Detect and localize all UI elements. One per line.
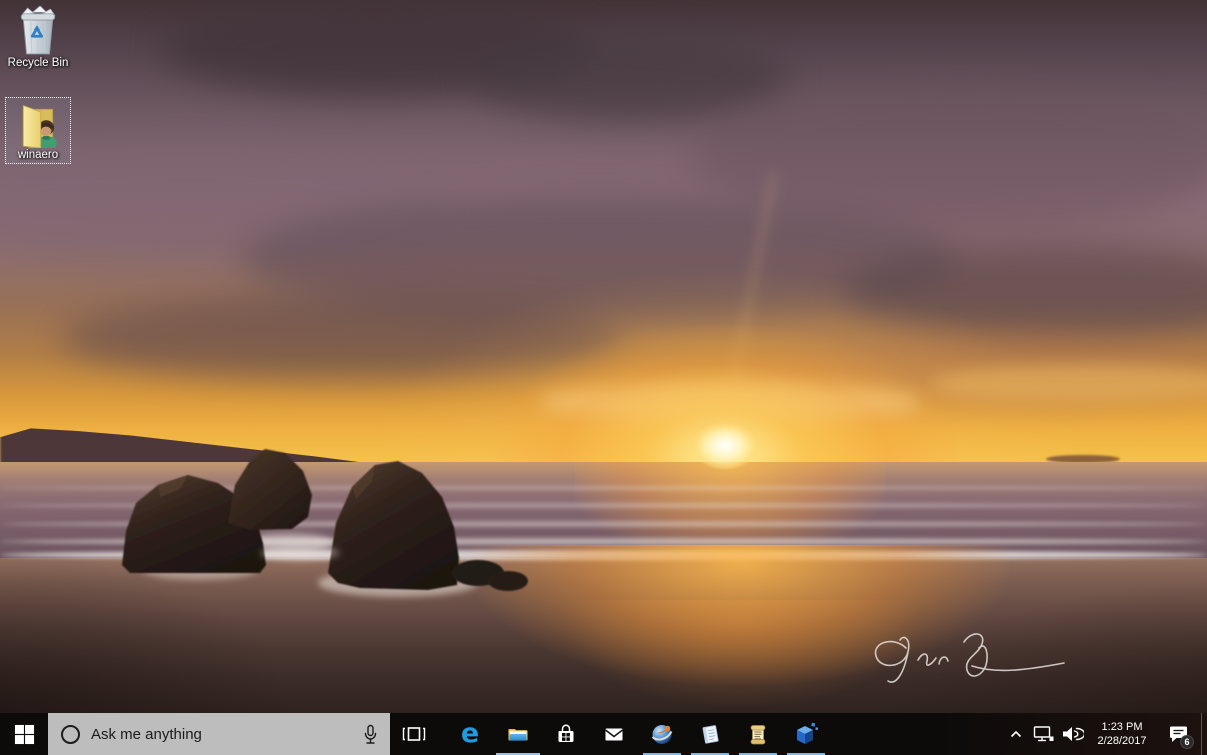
show-hidden-icons-button[interactable] xyxy=(1003,713,1029,755)
winaero-tweaker-cube-icon xyxy=(797,722,818,744)
desktop-icon-label: Recycle Bin xyxy=(7,57,69,69)
notepad-icon xyxy=(702,725,719,744)
scroll-document-icon xyxy=(750,725,766,745)
network-status-button[interactable] xyxy=(1029,713,1057,755)
taskbar-app-notepad[interactable] xyxy=(686,713,734,755)
taskbar: Ask me anything e 1:23 PM 2/28/2017 6 xyxy=(0,713,1207,755)
task-view-button[interactable] xyxy=(390,713,438,755)
speaker-icon xyxy=(1063,727,1084,741)
desktop-icon-winaero[interactable]: winaero xyxy=(5,97,71,164)
taskbar-app-globe-browser[interactable] xyxy=(638,713,686,755)
windows-desktop[interactable]: Recycle Bin winaero Ask me anything e 1:… xyxy=(0,0,1207,755)
desktop-icon-recycle-bin[interactable]: Recycle Bin xyxy=(2,6,74,70)
store-icon xyxy=(558,724,574,742)
taskbar-app-wordpad-scroll[interactable] xyxy=(734,713,782,755)
search-placeholder: Ask me anything xyxy=(91,725,202,743)
chevron-up-icon xyxy=(1010,730,1022,738)
cortana-search-box[interactable]: Ask me anything xyxy=(48,713,390,755)
show-desktop-button[interactable] xyxy=(1201,713,1207,755)
user-folder-icon xyxy=(22,104,57,148)
edge-icon: e xyxy=(460,718,480,749)
action-center-button[interactable]: 6 xyxy=(1157,713,1201,755)
taskbar-app-store[interactable] xyxy=(542,713,590,755)
globe-browser-icon xyxy=(651,725,673,744)
microphone-icon[interactable] xyxy=(361,723,380,746)
recycle-bin-icon xyxy=(20,6,56,55)
wallpaper-sun xyxy=(693,423,757,469)
system-tray: 1:23 PM 2/28/2017 6 xyxy=(1003,713,1207,755)
taskbar-spacer xyxy=(438,713,446,755)
taskbar-clock[interactable]: 1:23 PM 2/28/2017 xyxy=(1087,713,1157,755)
volume-button[interactable] xyxy=(1057,713,1087,755)
photographer-signature xyxy=(874,633,1065,683)
taskbar-app-file-explorer[interactable] xyxy=(494,713,542,755)
windows-logo-icon xyxy=(14,724,34,744)
taskbar-app-mail[interactable] xyxy=(590,713,638,755)
start-button[interactable] xyxy=(0,713,48,755)
network-icon xyxy=(1033,726,1054,742)
clock-date: 2/28/2017 xyxy=(1097,735,1147,747)
desktop-icon-label: winaero xyxy=(17,149,59,161)
taskbar-app-edge[interactable]: e xyxy=(446,713,494,755)
clock-time: 1:23 PM xyxy=(1101,721,1143,733)
wallpaper-cloud xyxy=(470,35,790,120)
taskbar-app-winaero-tweaker[interactable] xyxy=(782,713,830,755)
cortana-icon xyxy=(61,724,80,744)
file-explorer-icon xyxy=(508,729,528,741)
wallpaper-rocks xyxy=(122,449,528,597)
mail-icon xyxy=(605,728,623,741)
task-view-icon xyxy=(402,727,426,741)
notification-count-badge: 6 xyxy=(1180,735,1194,749)
wallpaper-sunset-beach xyxy=(0,0,1207,713)
